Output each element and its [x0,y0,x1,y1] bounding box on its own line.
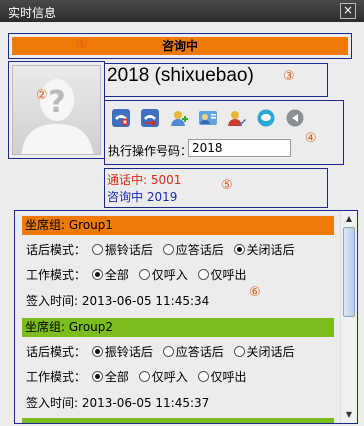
option-all[interactable]: 全部 [105,268,129,282]
radio-close-after[interactable] [233,346,245,357]
user-card-icon[interactable] [198,108,218,128]
marker-1: ① [76,37,88,52]
option-outbound-only[interactable]: 仅呼出 [211,268,247,282]
scroll-up-icon[interactable]: ▲ [342,212,356,226]
radio-outbound-only[interactable] [197,371,209,382]
chat-bubble-icon[interactable] [256,108,276,128]
user-edit-icon[interactable] [227,108,247,128]
marker-3: ③ [283,69,295,84]
group-card: 坐席组: Group2 话后模式： 振铃话后 应答话后 关闭话后 工作模式： 全… [22,318,334,410]
status-badge: 咨询中 [12,37,348,55]
status-label: 咨询中 [161,39,198,53]
radio-inbound-only[interactable] [138,371,150,382]
status-section: 咨询中 ① [8,33,352,59]
in-call-status: 通话中: 5001 [107,173,182,187]
radio-all[interactable] [91,269,103,280]
option-inbound-only[interactable]: 仅呼入 [152,370,188,384]
radio-answer-after[interactable] [162,346,174,357]
radio-ring-after[interactable] [91,346,103,357]
group-header: 坐席组: Group1 [22,216,334,235]
window-title: 实时信息 [8,6,57,20]
work-mode-label: 工作模式： [26,370,87,384]
work-mode-row: 工作模式： 全部 仅呼入 仅呼出 [26,368,251,385]
after-call-mode-label: 话后模式： [26,243,87,257]
after-call-mode-label: 话后模式： [26,345,87,359]
option-inbound-only[interactable]: 仅呼入 [152,268,188,282]
group-header-partial [22,418,334,423]
group-card: 坐席组: Group1 话后模式： 振铃话后 应答话后 关闭话后 工作模式： 全… [22,216,334,308]
action-section: 执行操作号码： ④ [104,100,344,165]
avatar-section: ? ② [8,61,105,159]
option-ring-after[interactable]: 振铃话后 [105,243,153,257]
radio-inbound-only[interactable] [138,269,150,280]
marker-4: ④ [305,131,317,146]
unknown-person-icon: ? [21,79,94,154]
radio-all[interactable] [91,371,103,382]
back-arrow-icon[interactable] [285,108,305,128]
marker-6: ⑥ [249,285,261,300]
scrollbar[interactable]: ▲ ▼ [340,211,357,423]
radio-close-after[interactable] [233,244,245,255]
marker-2: ② [36,88,48,103]
radio-ring-after[interactable] [91,244,103,255]
group-name: 坐席组: Group1 [25,218,114,232]
after-call-mode-row: 话后模式： 振铃话后 应答话后 关闭话后 [26,343,299,360]
close-icon[interactable]: × [340,3,356,19]
agent-name: 2018 (shixuebao) [107,65,254,86]
exec-number-input[interactable] [188,139,291,157]
group-name: 坐席组: Group2 [25,320,114,334]
group-header: 坐席组: Group2 [22,318,334,337]
work-mode-label: 工作模式： [26,268,87,282]
realtime-info-window: 实时信息 × 咨询中 ① ? ② 2018 (shixuebao) ③ 执行操作… [0,0,364,426]
option-outbound-only[interactable]: 仅呼出 [211,370,247,384]
option-all[interactable]: 全部 [105,370,129,384]
option-ring-after[interactable]: 振铃话后 [105,345,153,359]
after-call-mode-row: 话后模式： 振铃话后 应答话后 关闭话后 [26,241,299,258]
signin-time: 签入时间: 2013-06-05 11:45:34 [26,294,210,308]
agent-section: 2018 (shixuebao) ③ [104,63,328,97]
option-close-after[interactable]: 关闭话后 [247,243,295,257]
title-bar[interactable]: 实时信息 × [0,0,364,22]
scroll-thumb[interactable] [343,227,355,317]
option-answer-after[interactable]: 应答话后 [176,243,224,257]
svg-text:?: ? [48,85,65,120]
call-status-section: 通话中: 5001 咨询中 2019 ⑤ [104,168,328,208]
option-answer-after[interactable]: 应答话后 [176,345,224,359]
work-mode-row: 工作模式： 全部 仅呼入 仅呼出 [26,266,251,283]
signin-time: 签入时间: 2013-06-05 11:45:37 [26,396,210,410]
radio-answer-after[interactable] [162,244,174,255]
hangup-phone-icon[interactable] [111,108,131,128]
exec-number-label: 执行操作号码： [108,144,193,158]
add-user-icon[interactable] [169,108,189,128]
transfer-phone-icon[interactable] [140,108,160,128]
scroll-down-icon[interactable]: ▼ [342,408,356,422]
option-close-after[interactable]: 关闭话后 [247,345,295,359]
agent-groups-section: 坐席组: Group1 话后模式： 振铃话后 应答话后 关闭话后 工作模式： 全… [14,210,358,424]
marker-5: ⑤ [221,178,233,193]
radio-outbound-only[interactable] [197,269,209,280]
consulting-status: 咨询中 2019 [107,190,178,204]
avatar: ? [12,65,101,155]
